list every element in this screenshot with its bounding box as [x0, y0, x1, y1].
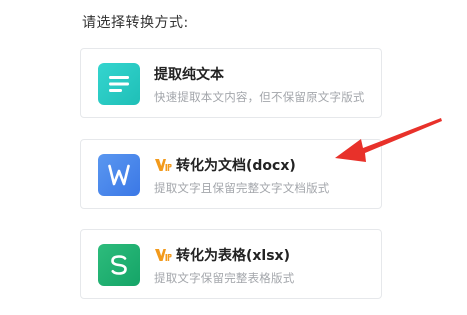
conversion-prompt: 请选择转换方式:	[82, 15, 189, 31]
option-title: 转化为表格(xlsx)	[176, 248, 290, 264]
vip-crown-icon	[154, 158, 172, 172]
option-description: 提取文字且保留完整文字文档版式	[154, 181, 330, 195]
option-convert-xlsx[interactable]: 转化为表格(xlsx) 提取文字保留完整表格版式	[80, 229, 382, 299]
option-title: 提取纯文本	[154, 67, 224, 83]
spreadsheet-icon	[98, 244, 140, 286]
text-lines-icon	[98, 63, 140, 105]
word-doc-icon	[98, 154, 140, 196]
option-description: 提取文字保留完整表格版式	[154, 271, 295, 285]
option-plain-text[interactable]: 提取纯文本 快速提取本文内容，但不保留原文字版式	[80, 48, 382, 118]
vip-crown-icon	[154, 248, 172, 262]
option-description: 快速提取本文内容，但不保留原文字版式	[154, 90, 365, 104]
option-convert-docx[interactable]: 转化为文档(docx) 提取文字且保留完整文字文档版式	[80, 139, 382, 209]
option-title: 转化为文档(docx)	[176, 158, 296, 174]
